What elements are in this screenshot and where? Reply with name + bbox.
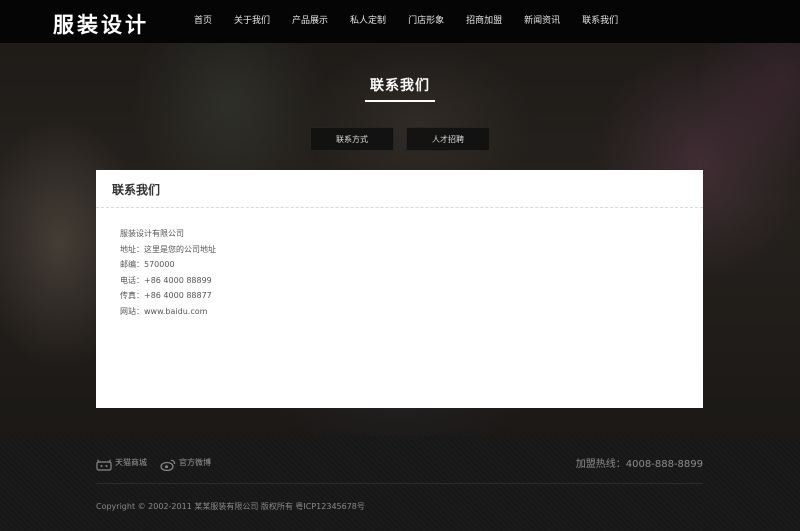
site-footer: 天猫商城 官方微博 加盟热线：4008-888-8899 Copyright ©…	[0, 436, 800, 531]
footer-divider	[96, 483, 703, 484]
tmall-link[interactable]: 天猫商城	[96, 456, 147, 471]
tab-contact-info[interactable]: 联系方式	[310, 127, 394, 151]
website-line[interactable]: 网站：www.baidu.com	[120, 304, 703, 320]
contact-details: 服装设计有限公司 地址：这里是您的公司地址 邮编：570000 电话：+86 4…	[96, 208, 703, 319]
nav-item-products[interactable]: 产品展示	[281, 0, 339, 43]
tab-recruitment[interactable]: 人才招聘	[406, 127, 490, 151]
page-title: 联系我们	[370, 78, 430, 94]
nav-item-franchise[interactable]: 招商加盟	[455, 0, 513, 43]
nav-item-home[interactable]: 首页	[183, 0, 223, 43]
fax-line: 传真：+86 4000 88877	[120, 291, 212, 300]
phone-line: 电话：+86 4000 88899	[120, 275, 212, 285]
weibo-link[interactable]: 官方微博	[160, 456, 211, 472]
tmall-icon	[96, 456, 112, 471]
nav-item-contact[interactable]: 联系我们	[571, 0, 629, 43]
copyright-text: Copyright © 2002-2011 某某服装有限公司 版权所有 粤ICP…	[96, 502, 365, 511]
nav-item-custom[interactable]: 私人定制	[339, 0, 397, 43]
weibo-icon	[160, 456, 176, 472]
contact-panel: 联系我们 服装设计有限公司 地址：这里是您的公司地址 邮编：570000 电话：…	[96, 170, 703, 408]
weibo-label: 官方微博	[179, 457, 211, 467]
main-nav: 首页 关于我们 产品展示 私人定制 门店形象 招商加盟 新闻资讯 联系我们	[183, 0, 629, 43]
franchise-hotline: 加盟热线：4008-888-8899	[575, 459, 703, 470]
company-name: 服装设计有限公司	[120, 229, 184, 238]
title-underline	[365, 100, 435, 102]
nav-item-stores[interactable]: 门店形象	[397, 0, 455, 43]
site-header: 服装设计 首页 关于我们 产品展示 私人定制 门店形象 招商加盟 新闻资讯 联系…	[0, 0, 800, 43]
panel-title: 联系我们	[96, 170, 703, 208]
nav-item-about[interactable]: 关于我们	[223, 0, 281, 43]
postcode-line: 邮编：570000	[120, 260, 175, 269]
site-logo[interactable]: 服装设计	[53, 9, 149, 39]
nav-item-news[interactable]: 新闻资讯	[513, 0, 571, 43]
tmall-label: 天猫商城	[115, 457, 147, 467]
address-line: 地址：这里是您的公司地址	[120, 244, 216, 254]
